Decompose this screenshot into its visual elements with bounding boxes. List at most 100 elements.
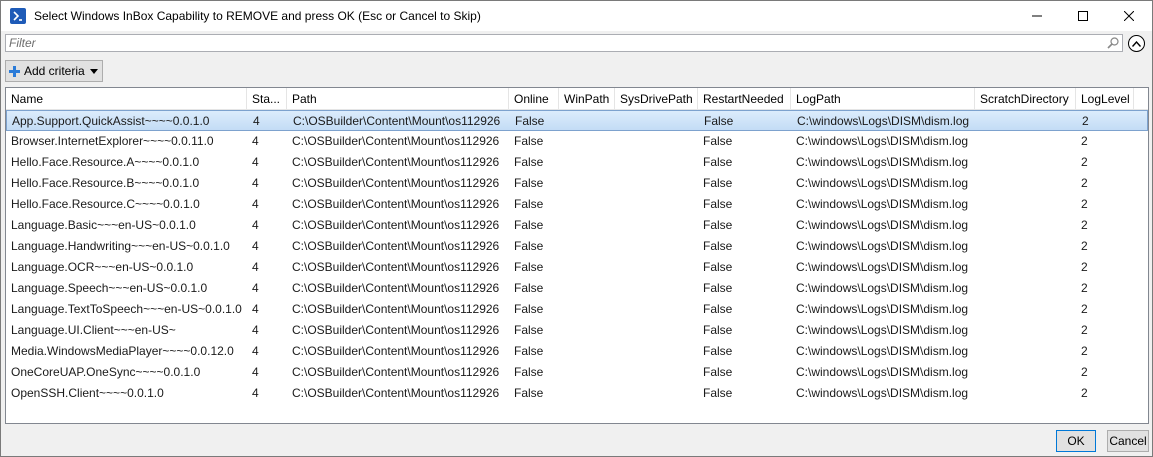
cell-logpath: C:\windows\Logs\DISM\dism.log — [797, 114, 970, 128]
cell-online: False — [514, 239, 544, 253]
column-header-sysdrivepath[interactable]: SysDrivePath — [615, 88, 698, 110]
cell-path: C:\OSBuilder\Content\Mount\os112926 — [292, 239, 500, 253]
table-row[interactable]: Hello.Face.Resource.A~~~~0.0.1.0 4 C:\OSBu… — [6, 152, 1148, 173]
cell-sysdrivepath — [615, 236, 698, 257]
table-row[interactable]: Hello.Face.Resource.C~~~~0.0.1.0 4 C:\OSBu… — [6, 194, 1148, 215]
cell-name: Browser.InternetExplorer~~~~0.0.11.0 — [11, 134, 214, 148]
column-header-path[interactable]: Path — [287, 88, 509, 110]
cell-name: Language.Speech~~~en-US~0.0.1.0 — [11, 281, 208, 295]
cell-logpath: C:\windows\Logs\DISM\dism.log — [796, 386, 969, 400]
dropdown-caret-icon — [89, 68, 98, 74]
cell-restartneeded: False — [703, 386, 733, 400]
capability-selection-window: Select Windows InBox Capability to REMOV… — [0, 0, 1153, 457]
table-row[interactable]: Language.Speech~~~en-US~0.0.1.0 4 C:\OSBui… — [6, 278, 1148, 299]
cell-path: C:\OSBuilder\Content\Mount\os112926 — [292, 344, 500, 358]
cell-sysdrivepath — [616, 111, 699, 132]
column-header-restartneeded[interactable]: RestartNeeded — [698, 88, 791, 110]
cell-status: 4 — [252, 218, 259, 232]
minimize-icon — [1032, 15, 1042, 17]
cell-sysdrivepath — [615, 152, 698, 173]
cell-sysdrivepath — [615, 278, 698, 299]
cell-name: OpenSSH.Client~~~~0.0.1.0 — [11, 386, 164, 400]
cell-path: C:\OSBuilder\Content\Mount\os112926 — [292, 218, 500, 232]
column-header-scratchdirectory[interactable]: ScratchDirectory — [975, 88, 1076, 110]
cell-restartneeded: False — [703, 239, 733, 253]
table-row[interactable]: Language.OCR~~~en-US~0.0.1.0 4 C:\OSBuilde… — [6, 257, 1148, 278]
close-button[interactable] — [1106, 1, 1152, 31]
cell-name: Language.OCR~~~en-US~0.0.1.0 — [11, 260, 194, 274]
cell-logpath: C:\windows\Logs\DISM\dism.log — [796, 302, 969, 316]
table-row[interactable]: Language.Basic~~~en-US~0.0.1.0 4 C:\OSBuil… — [6, 215, 1148, 236]
cell-name: Language.TextToSpeech~~~en-US~0.0.1.0 — [11, 302, 242, 316]
column-header-loglevel[interactable]: LogLevel — [1076, 88, 1134, 110]
cell-loglevel: 2 — [1081, 323, 1088, 337]
cell-online: False — [514, 281, 544, 295]
cell-name: Hello.Face.Resource.B~~~~0.0.1.0 — [11, 176, 200, 190]
table-row[interactable]: Language.Handwriting~~~en-US~0.0.1.0 4 C:\… — [6, 236, 1148, 257]
cell-name: Language.UI.Client~~~en-US~ — [11, 323, 176, 337]
cell-loglevel: 2 — [1082, 114, 1089, 128]
cancel-button[interactable]: Cancel — [1107, 430, 1149, 452]
cell-status: 4 — [252, 155, 259, 169]
title-bar[interactable]: Select Windows InBox Capability to REMOV… — [1, 1, 1152, 31]
minimize-button[interactable] — [1014, 1, 1060, 31]
column-header-name[interactable]: Name — [6, 88, 247, 110]
table-row[interactable]: OneCoreUAP.OneSync~~~~0.0.1.0 4 C:\OSBuild… — [6, 362, 1148, 383]
search-icon[interactable] — [1106, 36, 1120, 50]
cell-loglevel: 2 — [1081, 302, 1088, 316]
column-header-status[interactable]: Sta... — [247, 88, 287, 110]
column-header-winpath[interactable]: WinPath — [559, 88, 615, 110]
maximize-icon — [1078, 11, 1088, 21]
cell-path: C:\OSBuilder\Content\Mount\os112926 — [292, 176, 500, 190]
cell-online: False — [514, 197, 544, 211]
cell-path: C:\OSBuilder\Content\Mount\os112926 — [293, 114, 501, 128]
cell-restartneeded: False — [703, 344, 733, 358]
filter-placeholder: Filter — [9, 36, 36, 50]
cell-online: False — [514, 323, 544, 337]
cell-restartneeded: False — [703, 260, 733, 274]
collapse-filter-button[interactable] — [1128, 35, 1145, 52]
maximize-button[interactable] — [1060, 1, 1106, 31]
cell-online: False — [515, 114, 545, 128]
cell-sysdrivepath — [615, 299, 698, 320]
cell-winpath — [560, 111, 616, 132]
filter-input[interactable]: Filter — [5, 34, 1123, 52]
cell-scratchdirectory — [976, 111, 1077, 132]
cell-loglevel: 2 — [1081, 218, 1088, 232]
cell-winpath — [559, 383, 615, 404]
cell-name: Media.WindowsMediaPlayer~~~~0.0.12.0 — [11, 344, 234, 358]
add-criteria-label: Add criteria — [24, 64, 85, 78]
cell-winpath — [559, 215, 615, 236]
cell-loglevel: 2 — [1081, 365, 1088, 379]
table-row[interactable]: OpenSSH.Client~~~~0.0.1.0 4 C:\OSBuilder\C… — [6, 383, 1148, 404]
cell-winpath — [559, 236, 615, 257]
window-title: Select Windows InBox Capability to REMOV… — [34, 9, 481, 23]
column-header-online[interactable]: Online — [509, 88, 559, 110]
cell-online: False — [514, 344, 544, 358]
cell-loglevel: 2 — [1081, 386, 1088, 400]
cell-path: C:\OSBuilder\Content\Mount\os112926 — [292, 281, 500, 295]
cell-loglevel: 2 — [1081, 197, 1088, 211]
cell-scratchdirectory — [975, 383, 1076, 404]
cell-sysdrivepath — [615, 194, 698, 215]
column-header-logpath[interactable]: LogPath — [791, 88, 975, 110]
cell-status: 4 — [252, 134, 259, 148]
cell-loglevel: 2 — [1081, 155, 1088, 169]
cell-restartneeded: False — [703, 281, 733, 295]
cell-status: 4 — [252, 365, 259, 379]
cell-winpath — [559, 341, 615, 362]
table-row[interactable]: Hello.Face.Resource.B~~~~0.0.1.0 4 C:\OSBu… — [6, 173, 1148, 194]
cell-online: False — [514, 260, 544, 274]
table-row[interactable]: App.Support.QuickAssist~~~~0.0.1.0 4 C:\OS… — [6, 110, 1148, 131]
cell-logpath: C:\windows\Logs\DISM\dism.log — [796, 260, 969, 274]
table-row[interactable]: Media.WindowsMediaPlayer~~~~0.0.12.0 4 C:\… — [6, 341, 1148, 362]
cell-status: 4 — [252, 281, 259, 295]
add-criteria-button[interactable]: Add criteria — [5, 60, 103, 82]
table-row[interactable]: Browser.InternetExplorer~~~~0.0.11.0 4 C:\… — [6, 131, 1148, 152]
cell-winpath — [559, 131, 615, 152]
cell-loglevel: 2 — [1081, 176, 1088, 190]
ok-button[interactable]: OK — [1056, 430, 1096, 452]
table-row[interactable]: Language.TextToSpeech~~~en-US~0.0.1.0 4 C:… — [6, 299, 1148, 320]
cell-scratchdirectory — [975, 257, 1076, 278]
table-row[interactable]: Language.UI.Client~~~en-US~ 4 C:\OSBuilder… — [6, 320, 1148, 341]
